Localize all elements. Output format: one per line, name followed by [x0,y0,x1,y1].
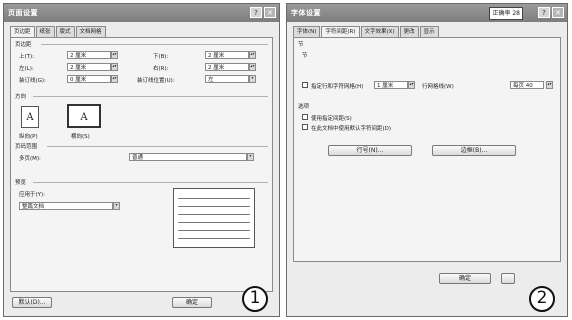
section-sub-label: 节 [302,53,308,59]
dialog-title: 字体设置 [291,9,321,17]
line-grid-spinner[interactable]: ▴▾ [546,81,553,89]
gutter-position-label: 装订线位置(U): [137,78,175,84]
multiple-pages-dropdown[interactable]: ▾ [247,153,254,161]
grid-checkbox[interactable] [302,82,308,88]
top-label: 上(T): [19,54,35,60]
bottom-margin-spinner[interactable]: ▴▾ [249,51,256,59]
title-bar: 页面设置 ? ✕ [4,4,279,22]
grid-value-input[interactable]: 1 厘米 [374,81,408,89]
left-label: 左(L): [19,66,34,72]
option-1-checkbox[interactable] [302,114,308,120]
apply-to-select[interactable]: 整篇文档 [19,202,113,210]
preview-line [178,214,250,215]
divider [47,146,268,147]
divider [41,44,268,45]
landscape-label: 横向(S) [71,134,90,140]
bottom-label: 下(B): [153,54,169,60]
line-grid-label: 行网格线(W) [422,84,454,90]
grid-label: 指定行和字符网格(H) [311,84,364,90]
preview-line [178,230,250,231]
preview-line [178,206,250,207]
right-label: 右(R): [153,66,169,72]
left-margin-spinner[interactable]: ▴▾ [111,63,118,71]
preview-line [178,198,250,199]
option-2-label: 在此文档中使用默认字符间距(D) [311,126,392,132]
tab-panel: 节 节 指定行和字符网格(H) 1 厘米 ▴▾ 行网格线(W) 每页 40 ▴▾… [293,37,561,262]
cancel-button[interactable] [501,273,515,284]
portrait-icon[interactable]: A [21,106,39,128]
dialog-title: 页面设置 [8,9,38,17]
title-bar: 字体设置 正确率 28 ? ✕ [287,4,567,22]
font-dialog: 字体设置 正确率 28 ? ✕ 字体(N) 字符间距(R) 文字效果(X) 更改… [286,3,568,317]
right-margin-input[interactable]: 2 厘米 [205,63,249,71]
orientation-group-label: 方向 [15,94,27,100]
option-1-label: 使用指定间距(S) [311,116,352,122]
left-margin-input[interactable]: 2 厘米 [67,63,111,71]
gutter-input[interactable]: 0 厘米 [67,75,111,83]
line-grid-input[interactable]: 每页 40 [510,81,544,89]
preview-page [173,188,255,248]
bottom-margin-input[interactable]: 2 厘米 [205,51,249,59]
ok-button[interactable]: 确定 [172,297,212,308]
grid-value-spinner[interactable]: ▴▾ [408,81,415,89]
divider [33,96,268,97]
divider [33,182,268,183]
option-2-checkbox[interactable] [302,124,308,130]
gutter-position-dropdown[interactable]: ▾ [249,75,256,83]
help-button[interactable]: ? [250,7,262,18]
landscape-icon[interactable]: A [67,104,101,128]
right-margin-spinner[interactable]: ▴▾ [249,63,256,71]
gutter-label: 装订线(G): [19,78,46,84]
options-group-label: 选项 [298,104,310,110]
section-group-label: 节 [298,42,304,48]
close-button[interactable]: ✕ [552,7,564,18]
preview-line [178,222,250,223]
default-button[interactable]: 默认(D)... [12,297,52,308]
preview-group-label: 预览 [15,180,27,186]
gutter-spinner[interactable]: ▴▾ [111,75,118,83]
annotation-circle-2: 2 [529,286,555,312]
ok-button[interactable]: 确定 [439,273,491,284]
preview-line [178,238,250,239]
close-button[interactable]: ✕ [264,7,276,18]
multiple-pages-label: 多页(M): [19,156,41,162]
page-setup-dialog: 页面设置 ? ✕ 页边距 纸张 版式 文档网格 页边距 上(T): 2 厘米 ▴… [3,3,280,317]
multiple-pages-select[interactable]: 普通 [129,153,247,161]
annotation-circle-1: 1 [242,286,268,312]
help-button[interactable]: ? [538,7,550,18]
apply-to-label: 应用于(Y): [19,192,46,198]
apply-to-dropdown[interactable]: ▾ [113,202,120,210]
margins-group-label: 页边距 [15,42,32,48]
line-numbers-button[interactable]: 行号(N)... [328,145,412,156]
pages-group-label: 页码范围 [15,144,38,150]
portrait-label: 纵向(P) [19,134,38,140]
tab-panel: 页边距 上(T): 2 厘米 ▴▾ 下(B): 2 厘米 ▴▾ 左(L): 2 … [10,37,273,292]
top-margin-spinner[interactable]: ▴▾ [111,51,118,59]
top-margin-input[interactable]: 2 厘米 [67,51,111,59]
title-badge: 正确率 28 [489,7,523,20]
borders-button[interactable]: 边框(B)... [432,145,516,156]
gutter-position-select[interactable]: 左 [205,75,249,83]
